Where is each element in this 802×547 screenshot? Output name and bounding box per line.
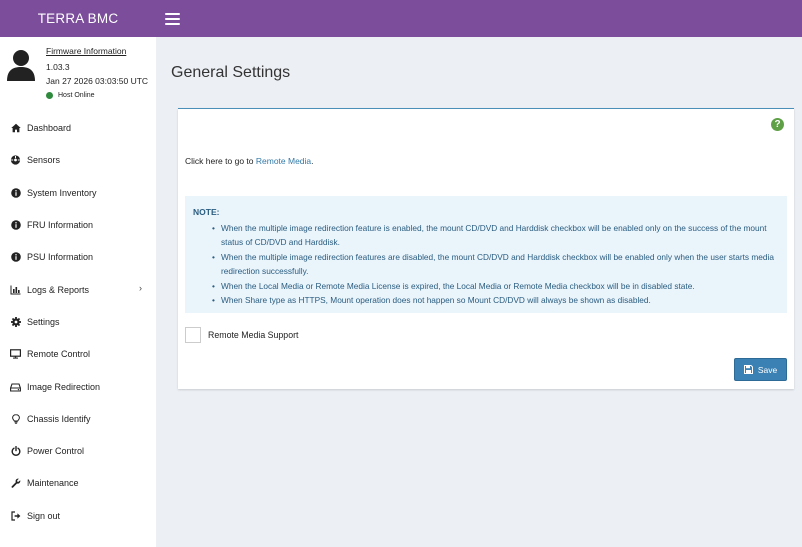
sidebar-item-label: Sign out (27, 510, 61, 521)
sidebar-item-label: Sensors (27, 155, 61, 166)
wrench-icon (10, 478, 21, 489)
brand-title: TERRA BMC (37, 11, 119, 26)
info-circle-icon (10, 220, 21, 231)
sidebar-item-label: Dashboard (27, 123, 72, 134)
home-icon (10, 123, 21, 134)
firmware-information-link[interactable]: Firmware Information (46, 46, 126, 56)
sidebar-item-label: Image Redirection (27, 381, 101, 392)
monitor-icon (10, 349, 21, 360)
remote-media-support-row: Remote Media Support (185, 327, 298, 343)
note-item: When the multiple image redirection feat… (193, 221, 779, 250)
lightbulb-icon (10, 413, 21, 424)
sidebar-item-maintenance[interactable]: Maintenance (0, 467, 156, 499)
remote-media-support-label: Remote Media Support (208, 330, 299, 340)
host-status-dot (46, 92, 53, 99)
sidebar-item-label: System Inventory (27, 187, 97, 198)
click-here-suffix: . (311, 156, 314, 166)
click-here-prefix: Click here to go to (185, 156, 256, 166)
sidebar-item-sensors[interactable]: Sensors (0, 144, 156, 176)
sidebar-item-dashboard[interactable]: Dashboard (0, 112, 156, 144)
sidebar-item-label: FRU Information (27, 220, 94, 231)
sidebar-item-system-inventory[interactable]: System Inventory (0, 177, 156, 209)
host-status: Host Online (46, 92, 95, 99)
host-status-label: Host Online (58, 92, 95, 99)
user-avatar-icon (7, 50, 35, 81)
bmc-datetime: Jan 27 2026 03:03:50 UTC (46, 76, 149, 86)
remote-media-support-checkbox[interactable] (185, 327, 201, 343)
sidebar-item-chassis-identify[interactable]: Chassis Identify (0, 403, 156, 435)
note-list: When the multiple image redirection feat… (193, 221, 779, 308)
remote-media-hint: Click here to go to Remote Media. (185, 156, 314, 166)
sign-out-icon (10, 510, 21, 521)
note-item: When Share type as HTTPS, Mount operatio… (193, 293, 779, 308)
firmware-version: 1.03.3 (46, 62, 70, 72)
user-panel: Firmware Information 1.03.3 Jan 27 2026 … (0, 37, 156, 107)
sidebar-item-label: Maintenance (27, 478, 79, 489)
note-item: When the multiple image redirection feat… (193, 250, 779, 279)
sidebar-item-sign-out[interactable]: Sign out (0, 500, 156, 532)
hamburger-menu-icon[interactable] (165, 13, 180, 25)
sidebar-item-label: Remote Control (27, 349, 91, 360)
sidebar-item-label: Power Control (27, 446, 85, 457)
sidebar-item-image-redirection[interactable]: Image Redirection (0, 370, 156, 402)
sidebar-item-remote-control[interactable]: Remote Control (0, 338, 156, 370)
page-title: General Settings (171, 64, 291, 81)
sidebar: Firmware Information 1.03.3 Jan 27 2026 … (0, 37, 156, 547)
sidebar-item-label: Logs & Reports (27, 284, 90, 295)
bar-chart-icon (10, 284, 21, 295)
sidebar-nav: Dashboard Sensors System Inventory FRU I… (0, 112, 156, 532)
top-header-bar: TERRA BMC (0, 0, 802, 37)
sidebar-item-fru-information[interactable]: FRU Information (0, 209, 156, 241)
gear-icon (10, 316, 21, 327)
sidebar-item-power-control[interactable]: Power Control (0, 435, 156, 467)
sensors-icon (10, 155, 21, 166)
sidebar-item-psu-information[interactable]: PSU Information (0, 241, 156, 273)
help-icon[interactable]: ? (771, 118, 784, 131)
note-item: When the Local Media or Remote Media Lic… (193, 279, 779, 294)
remote-media-link[interactable]: Remote Media (256, 156, 311, 166)
sidebar-item-label: Chassis Identify (27, 413, 91, 424)
power-icon (10, 446, 21, 457)
sidebar-item-label: PSU Information (27, 252, 94, 263)
sidebar-item-label: Settings (27, 316, 60, 327)
sidebar-item-settings[interactable]: Settings (0, 306, 156, 338)
general-settings-card: ? Click here to go to Remote Media. NOTE… (178, 108, 794, 389)
note-box: NOTE: When the multiple image redirectio… (185, 196, 787, 313)
info-circle-icon (10, 187, 21, 198)
hard-drive-icon (10, 381, 21, 392)
sidebar-item-logs-reports[interactable]: Logs & Reports › (0, 273, 156, 305)
save-button[interactable]: Save (734, 358, 787, 381)
save-button-label: Save (757, 364, 778, 375)
floppy-disk-icon (743, 365, 753, 374)
note-title: NOTE: (193, 207, 220, 217)
info-circle-icon (10, 252, 21, 263)
chevron-right-icon: › (139, 283, 142, 294)
